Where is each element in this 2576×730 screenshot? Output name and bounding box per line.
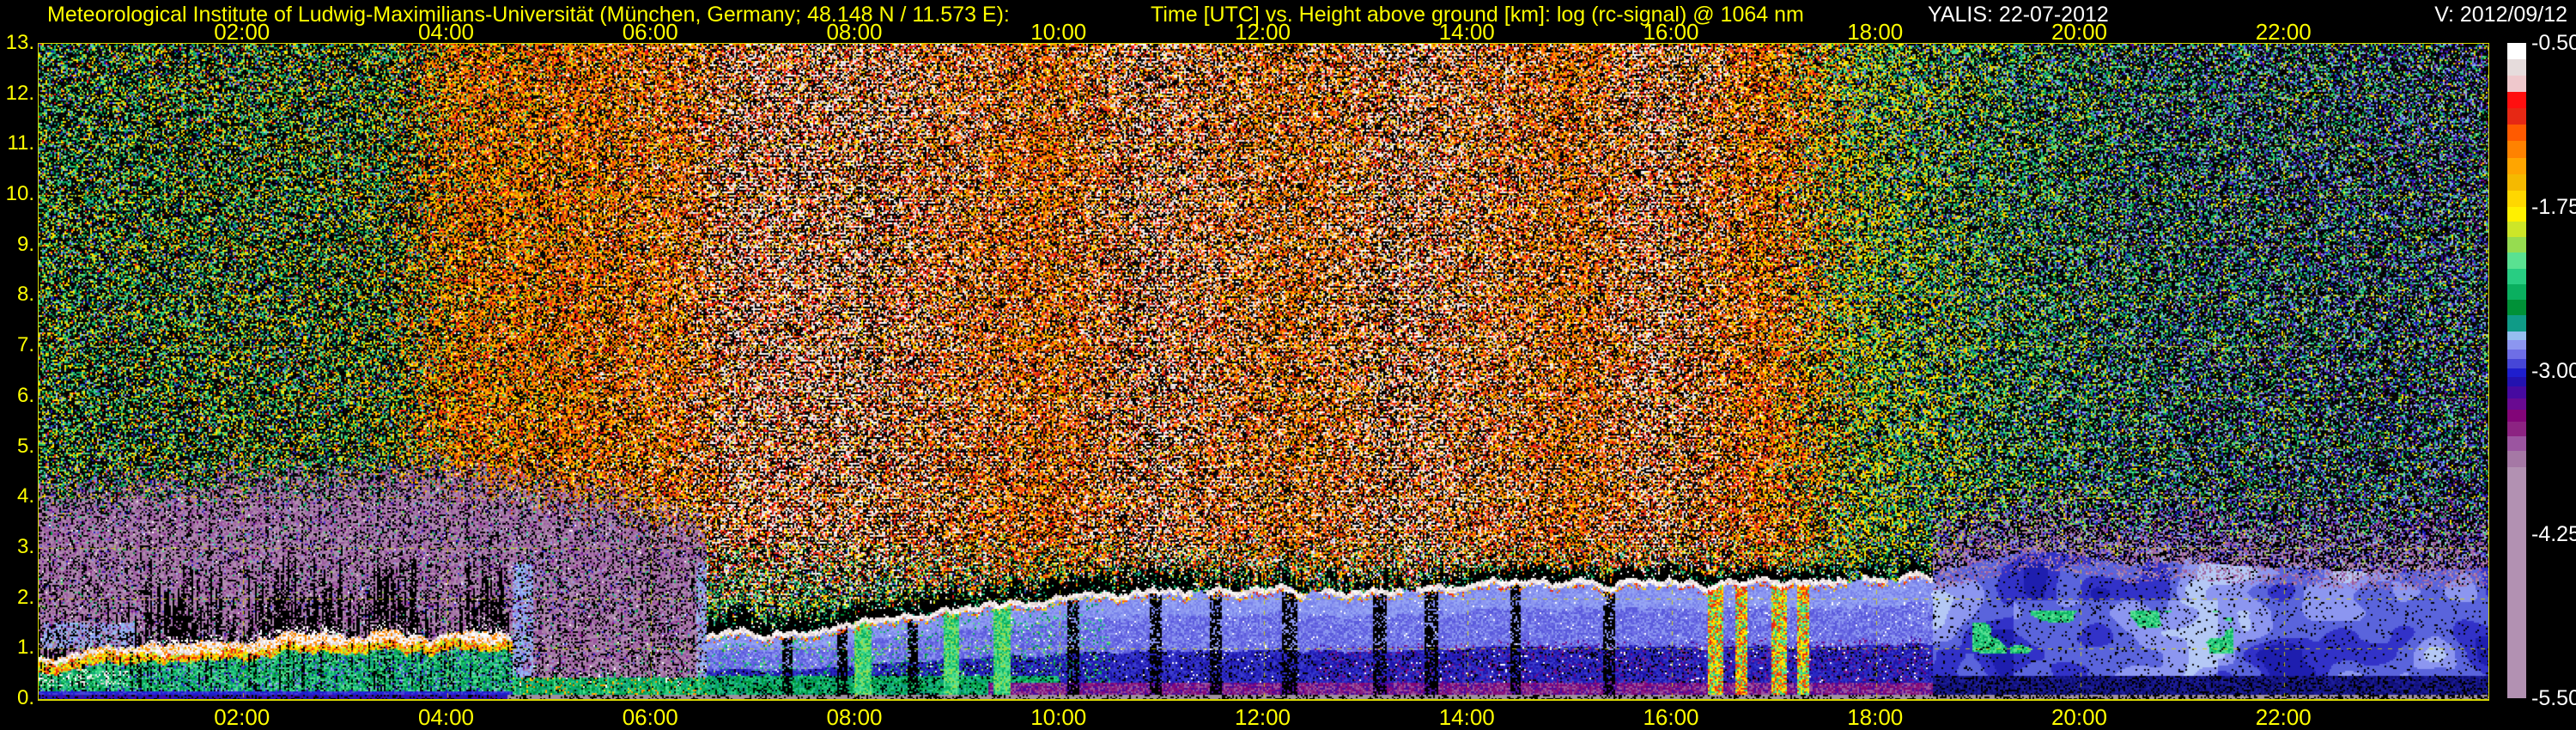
colorbar-segment — [2507, 422, 2526, 436]
colorbar-segment — [2507, 43, 2526, 59]
colorbar-tick-label: -1.75 — [2531, 197, 2576, 218]
y-tick-label: 13. — [0, 33, 34, 53]
colorbar-tick-label: -3.00 — [2531, 361, 2576, 382]
colorbar-segment — [2507, 340, 2526, 350]
colorbar-segment — [2507, 451, 2526, 467]
colorbar-segment — [2507, 174, 2526, 191]
x-tick-label: 14:00 — [1428, 706, 1505, 728]
colorbar-segment — [2507, 284, 2526, 300]
colorbar-segment — [2507, 300, 2526, 315]
colorbar-tick-label: -4.25 — [2531, 524, 2576, 545]
x-tick-label: 16:00 — [1632, 21, 1710, 43]
y-tick-label: 7. — [0, 335, 34, 356]
lidar-heatmap-canvas — [38, 43, 2489, 701]
colorbar-segment — [2507, 207, 2526, 222]
colorbar-segment — [2507, 467, 2526, 698]
x-tick-label: 08:00 — [816, 706, 893, 728]
colorbar-tick-label: -0.50 — [2531, 33, 2576, 54]
x-tick-label: 04:00 — [408, 21, 485, 43]
colorbar-segment — [2507, 141, 2526, 157]
colorbar-tick-label: -5.50 — [2531, 688, 2576, 709]
x-tick-label: 02:00 — [204, 21, 281, 43]
x-tick-label: 12:00 — [1224, 706, 1302, 728]
y-tick-label: 12. — [0, 83, 34, 104]
colorbar-segment — [2507, 315, 2526, 331]
colorbar-segment — [2507, 368, 2526, 378]
version-label: V: 2012/09/12 — [2434, 3, 2567, 26]
x-tick-label: 22:00 — [2245, 706, 2322, 728]
y-tick-label: 9. — [0, 234, 34, 255]
colorbar-segment — [2507, 398, 2526, 411]
y-tick-label: 6. — [0, 386, 34, 406]
x-tick-label: 20:00 — [2041, 21, 2118, 43]
y-tick-label: 5. — [0, 436, 34, 457]
colorbar-segment — [2507, 59, 2526, 76]
x-tick-label: 18:00 — [1837, 706, 1914, 728]
colorbar-segment — [2507, 332, 2526, 341]
colorbar-segment — [2507, 222, 2526, 237]
x-tick-label: 06:00 — [611, 706, 689, 728]
x-tick-label: 18:00 — [1837, 21, 1914, 43]
colorbar-segment — [2507, 158, 2526, 174]
colorbar-segment — [2507, 108, 2526, 125]
x-tick-label: 16:00 — [1632, 706, 1710, 728]
colorbar-segment — [2507, 237, 2526, 252]
x-tick-label: 10:00 — [1020, 21, 1097, 43]
x-tick-label: 20:00 — [2041, 706, 2118, 728]
lidar-quicklook-page: Meteorological Institute of Ludwig-Maxim… — [0, 0, 2576, 730]
x-tick-label: 06:00 — [611, 21, 689, 43]
colorbar-segment — [2507, 359, 2526, 368]
y-tick-label: 3. — [0, 537, 34, 557]
colorbar-segment — [2507, 252, 2526, 268]
x-tick-label: 04:00 — [408, 706, 485, 728]
x-tick-label: 14:00 — [1428, 21, 1505, 43]
colorbar-segment — [2507, 269, 2526, 284]
colorbar-segment — [2507, 125, 2526, 141]
y-tick-label: 2. — [0, 587, 34, 608]
x-tick-label: 02:00 — [204, 706, 281, 728]
colorbar-segment — [2507, 191, 2526, 207]
colorbar-segment — [2507, 92, 2526, 108]
colorbar-segment — [2507, 386, 2526, 398]
x-tick-label: 08:00 — [816, 21, 893, 43]
x-tick-label: 10:00 — [1020, 706, 1097, 728]
y-tick-label: 4. — [0, 486, 34, 507]
x-tick-label: 22:00 — [2245, 21, 2322, 43]
x-tick-label: 12:00 — [1224, 21, 1302, 43]
y-tick-label: 0. — [0, 688, 34, 709]
y-tick-label: 8. — [0, 284, 34, 305]
y-tick-label: 1. — [0, 637, 34, 658]
colorbar — [2507, 43, 2526, 698]
colorbar-segment — [2507, 377, 2526, 386]
colorbar-segment — [2507, 76, 2526, 92]
colorbar-segment — [2507, 350, 2526, 359]
y-tick-label: 10. — [0, 184, 34, 204]
colorbar-segment — [2507, 410, 2526, 422]
y-tick-label: 11. — [0, 133, 34, 154]
colorbar-segment — [2507, 436, 2526, 451]
